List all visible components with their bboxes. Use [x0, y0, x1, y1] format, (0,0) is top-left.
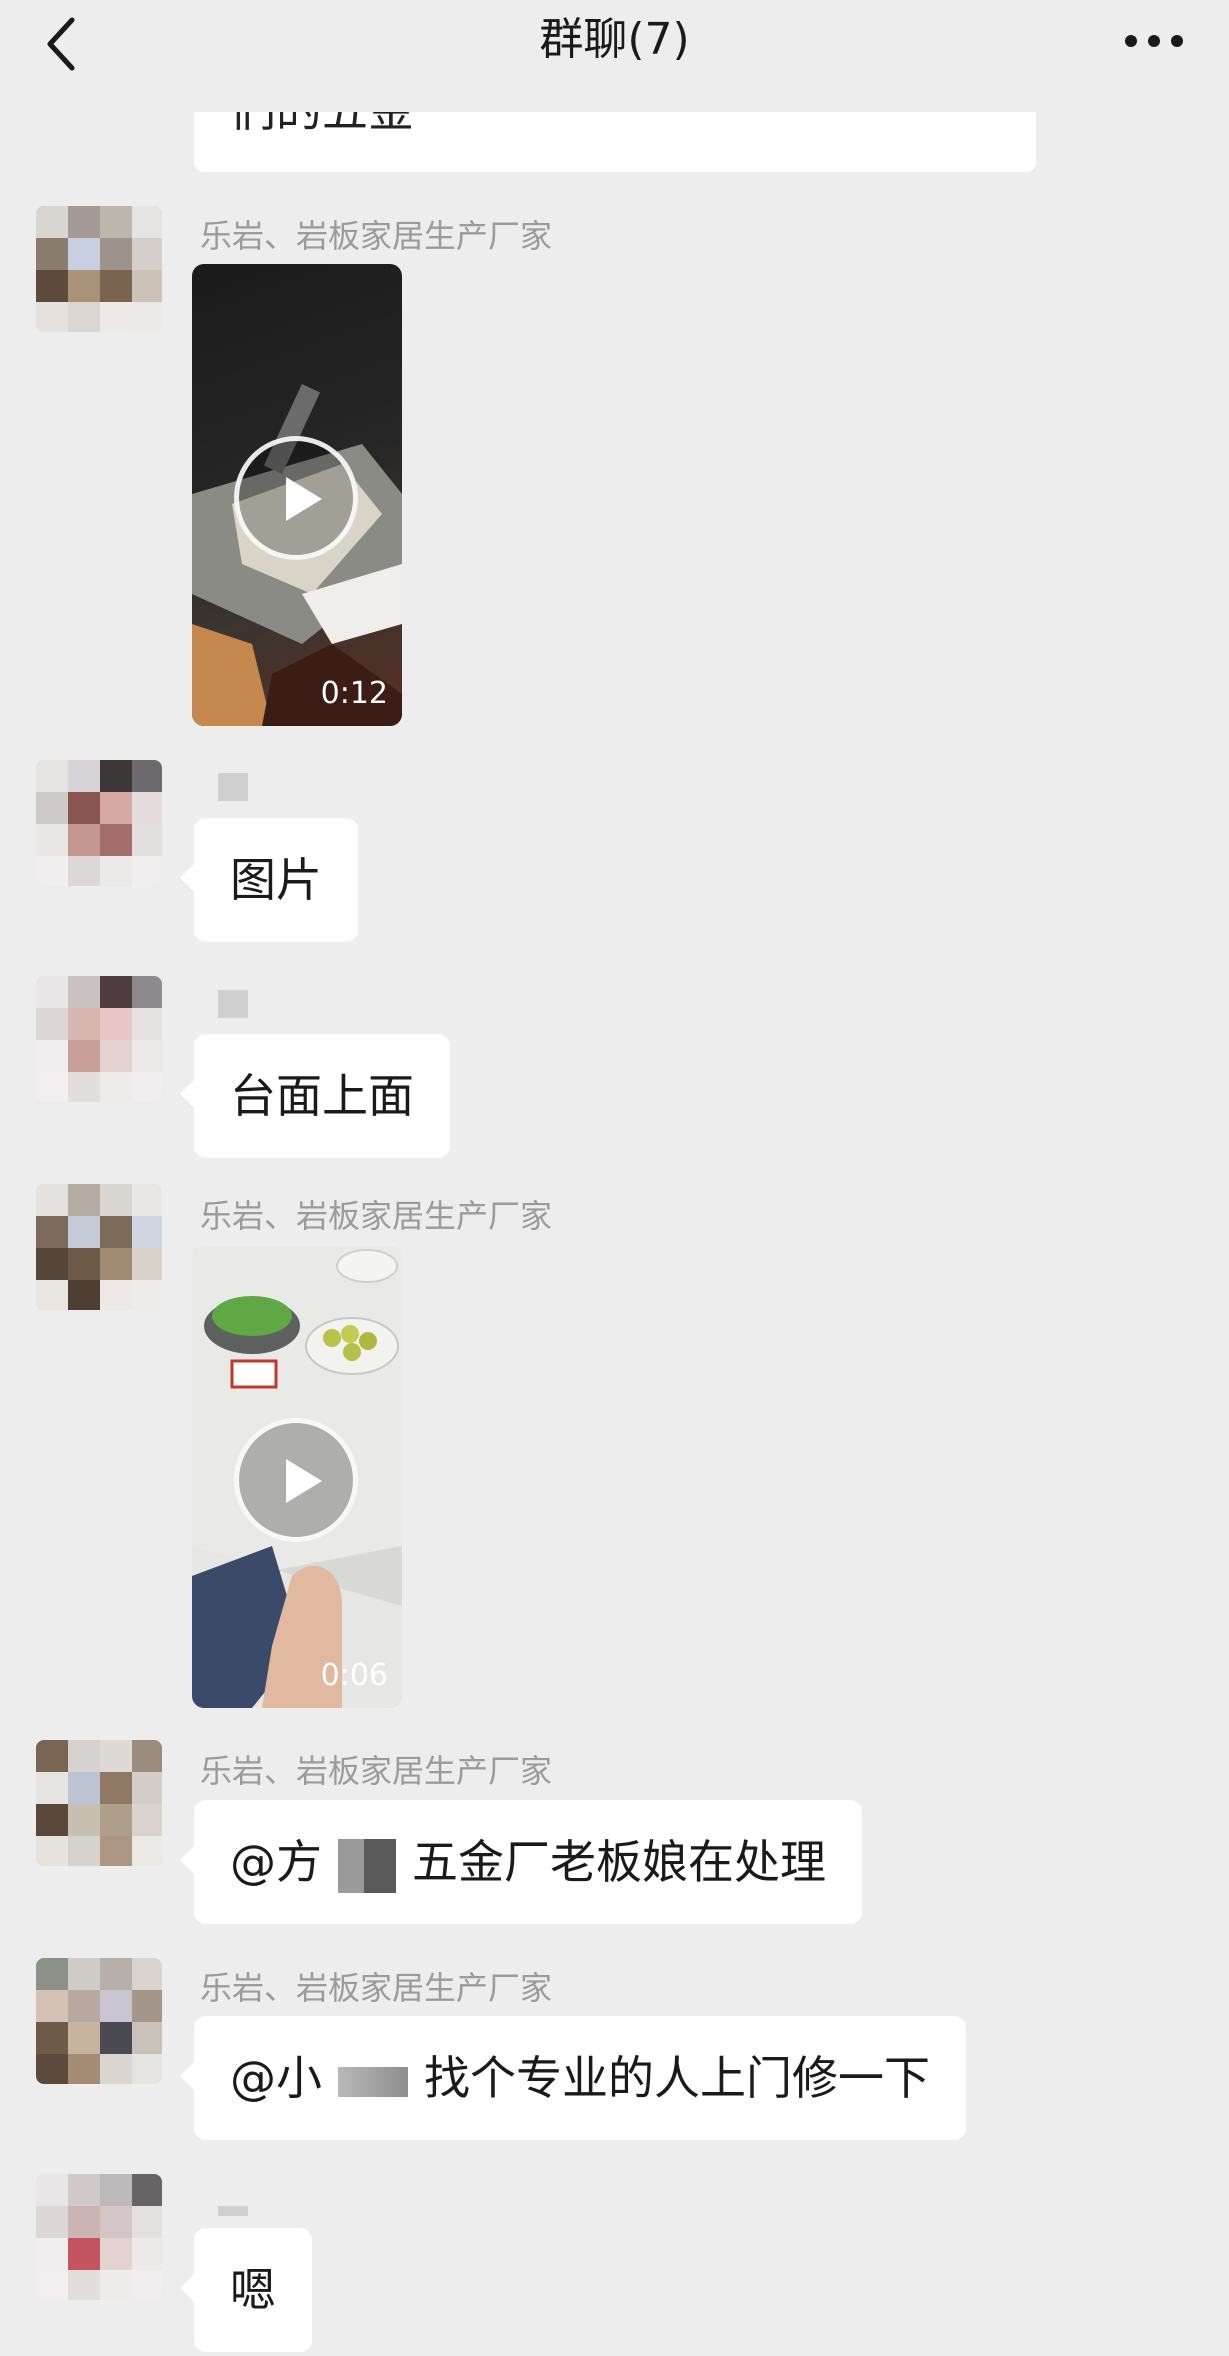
sender-name-redacted — [218, 773, 248, 801]
avatar[interactable] — [36, 1184, 162, 1310]
mention-text: @方 — [230, 1835, 322, 1889]
sender-name: 乐岩、岩板家居生产厂家 — [200, 217, 553, 255]
sender-name: 乐岩、岩板家居生产厂家 — [200, 1969, 553, 2007]
chat-screen: 群聊(7) 们的五金 乐岩、岩板家居生产厂家 0:12 图片 台面上面 乐岩、岩… — [0, 0, 1229, 2356]
message-text: 嗯 — [230, 2263, 276, 2317]
play-icon[interactable] — [234, 1418, 358, 1542]
play-icon[interactable] — [234, 436, 358, 560]
video-duration: 0:06 — [320, 1658, 388, 1693]
video-duration: 0:12 — [320, 676, 388, 711]
redacted-name — [338, 1838, 396, 1893]
sender-name: 乐岩、岩板家居生产厂家 — [200, 1197, 553, 1235]
sender-name-redacted — [218, 2206, 248, 2216]
redacted-name — [338, 2066, 408, 2097]
message-text: 五金厂老板娘在处理 — [412, 1835, 826, 1889]
message-bubble[interactable]: 图片 — [180, 818, 358, 942]
message-bubble[interactable]: @方 五金厂老板娘在处理 — [180, 1800, 862, 1924]
message-bubble[interactable]: @小 找个专业的人上门修一下 — [180, 2016, 966, 2140]
message-text: 找个专业的人上门修一下 — [424, 2051, 930, 2105]
header-bar: 群聊(7) — [0, 0, 1229, 112]
avatar[interactable] — [36, 760, 162, 886]
message-bubble[interactable]: 嗯 — [180, 2228, 312, 2352]
sender-name-redacted — [218, 990, 248, 1018]
ellipsis-icon — [1125, 35, 1183, 47]
message-bubble[interactable]: 台面上面 — [180, 1034, 450, 1158]
more-button[interactable] — [1119, 16, 1189, 66]
sender-name: 乐岩、岩板家居生产厂家 — [200, 1752, 553, 1790]
video-message[interactable]: 0:12 — [192, 264, 402, 726]
video-message[interactable]: 0:06 — [192, 1246, 402, 1708]
avatar[interactable] — [36, 1958, 162, 2084]
avatar[interactable] — [36, 1740, 162, 1866]
message-text: 图片 — [230, 853, 322, 907]
avatar[interactable] — [36, 2174, 162, 2300]
mention-text: @小 — [230, 2051, 322, 2105]
avatar[interactable] — [36, 976, 162, 1102]
chat-title: 群聊(7) — [539, 14, 690, 65]
avatar[interactable] — [36, 206, 162, 332]
message-text: 台面上面 — [230, 1069, 414, 1123]
